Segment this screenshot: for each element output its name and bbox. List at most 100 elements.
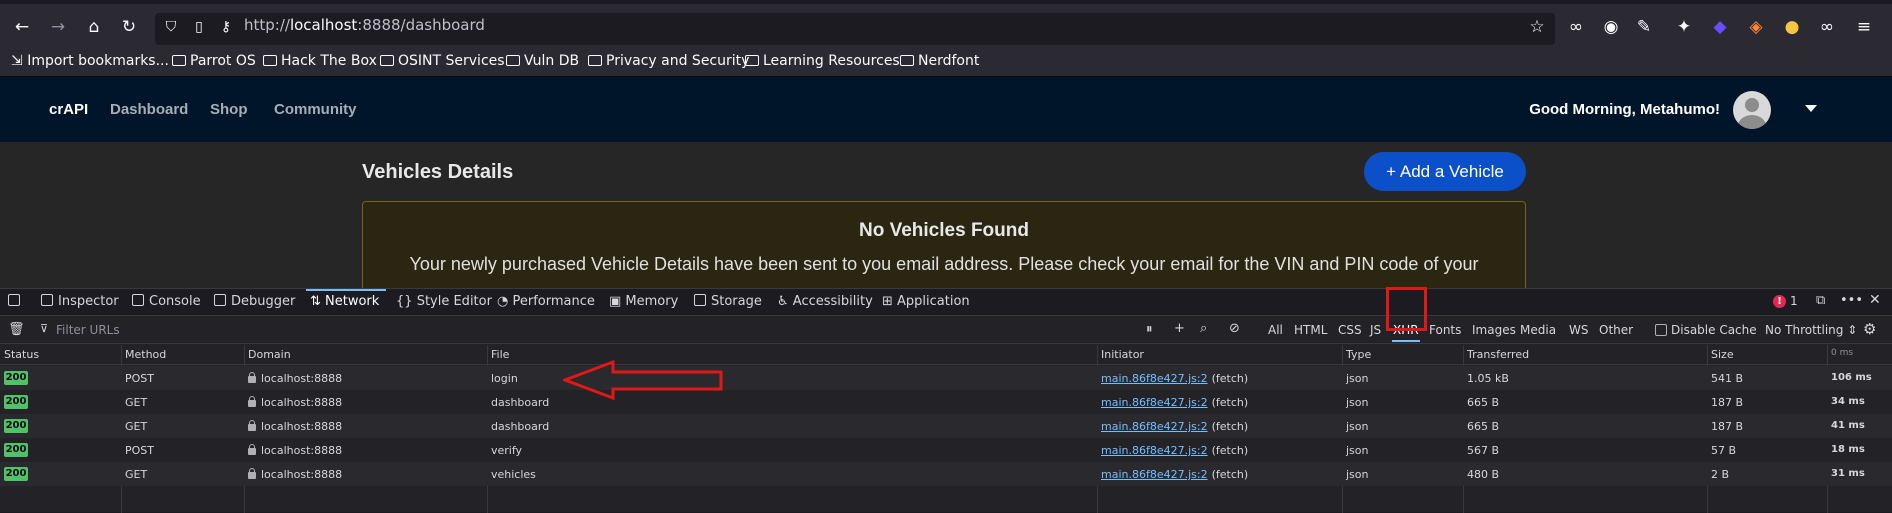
- menu-icon[interactable]: ≡: [1853, 16, 1875, 38]
- table-row[interactable]: 200 GET localhost:8888 dashboard main.86f8e4…: [0, 414, 1892, 438]
- web-page: crAPI Dashboard Shop Community Good Morn…: [0, 77, 1892, 288]
- nav-shop[interactable]: Shop: [210, 101, 248, 118]
- bookmark-hack-the-box[interactable]: Hack The Box: [263, 53, 377, 69]
- tab-memory[interactable]: ▣ Memory: [609, 294, 678, 309]
- wrench-icon[interactable]: ✎: [1633, 16, 1655, 38]
- bookmark-privacy-security[interactable]: Privacy and Security: [588, 53, 749, 69]
- star-icon[interactable]: ☆: [1526, 16, 1548, 38]
- method-cell: POST: [125, 372, 154, 385]
- search-icon[interactable]: ⌕: [1200, 321, 1207, 336]
- filter-fonts[interactable]: Fonts: [1429, 323, 1461, 337]
- extension-yellow-icon[interactable]: ●: [1781, 16, 1803, 38]
- pick-element-icon[interactable]: [8, 294, 25, 309]
- dock-icon[interactable]: ⧉: [1816, 293, 1825, 308]
- initiator-cell: main.86f8e427.js:2 (fetch): [1101, 396, 1248, 409]
- table-row[interactable]: 200 GET localhost:8888 dashboard main.86f8e4…: [0, 390, 1892, 414]
- tab-application[interactable]: ⊞ Application: [882, 294, 970, 309]
- size-cell: 57 B: [1711, 444, 1737, 457]
- trash-icon[interactable]: 🗑: [8, 322, 25, 337]
- extension-purple-icon[interactable]: ◆: [1709, 16, 1731, 38]
- app-navbar: crAPI Dashboard Shop Community Good Morn…: [0, 77, 1892, 142]
- transferred-cell: 567 B: [1467, 444, 1500, 457]
- extension-glasses-icon[interactable]: ∞: [1816, 16, 1838, 38]
- plus-icon[interactable]: +: [1174, 321, 1185, 336]
- bookmark-nerdfont[interactable]: Nerdfont: [900, 53, 979, 69]
- gear-icon[interactable]: ⚙: [1863, 320, 1876, 338]
- col-domain[interactable]: Domain: [248, 348, 291, 361]
- table-row[interactable]: 200 GET localhost:8888 vehicles main.86f8e42…: [0, 462, 1892, 486]
- reload-icon[interactable]: ↻: [118, 16, 140, 38]
- initiator-link[interactable]: main.86f8e427.js:2: [1101, 468, 1208, 481]
- col-type[interactable]: Type: [1346, 348, 1371, 361]
- throttling-select[interactable]: No Throttling ⇕: [1765, 323, 1857, 337]
- initiator-link[interactable]: main.86f8e427.js:2: [1101, 396, 1208, 409]
- plus-icon: +: [1386, 162, 1400, 181]
- back-icon[interactable]: ←: [11, 16, 33, 38]
- url-text[interactable]: http://localhost:8888/dashboard: [244, 16, 485, 34]
- table-row[interactable]: 200 POST localhost:8888 verify main.86f8e427…: [0, 438, 1892, 462]
- error-icon[interactable]: !: [1773, 295, 1786, 308]
- col-status[interactable]: Status: [4, 348, 39, 361]
- filter-media[interactable]: Media: [1520, 323, 1556, 337]
- tab-accessibility[interactable]: ♿ Accessibility: [777, 294, 873, 309]
- bookmark-learning-resources[interactable]: Learning Resources: [745, 53, 900, 69]
- tab-debugger[interactable]: Debugger: [214, 294, 295, 309]
- initiator-link[interactable]: main.86f8e427.js:2: [1101, 444, 1208, 457]
- more-icon[interactable]: •••: [1840, 293, 1863, 308]
- filter-html[interactable]: HTML: [1294, 323, 1327, 337]
- col-size[interactable]: Size: [1711, 348, 1734, 361]
- transferred-cell: 1.05 kB: [1467, 372, 1509, 385]
- transferred-cell: 665 B: [1467, 420, 1500, 433]
- filter-other[interactable]: Other: [1599, 323, 1633, 337]
- request-table-header: Status Method Domain File Initiator Type…: [0, 345, 1892, 365]
- close-icon[interactable]: ✕: [1869, 292, 1881, 308]
- mask-icon[interactable]: ∞: [1565, 16, 1587, 38]
- folder-icon: [172, 55, 186, 66]
- tab-style-editor[interactable]: {} Style Editor: [396, 294, 492, 309]
- initiator-cell: main.86f8e427.js:2 (fetch): [1101, 420, 1248, 433]
- col-waterfall[interactable]: 0 ms: [1831, 348, 1853, 358]
- filter-all[interactable]: All: [1268, 323, 1283, 337]
- nav-dashboard[interactable]: Dashboard: [110, 101, 188, 118]
- inspector-icon: [41, 294, 53, 306]
- filter-urls-input[interactable]: Filter URLs: [56, 323, 120, 337]
- key-icon[interactable]: ⚷: [215, 16, 237, 38]
- filter-ws[interactable]: WS: [1569, 323, 1588, 337]
- extensions-icon[interactable]: ✦: [1673, 16, 1695, 38]
- nav-community[interactable]: Community: [274, 101, 357, 118]
- bookmark-osint-services[interactable]: OSINT Services: [380, 53, 505, 69]
- forward-icon[interactable]: →: [47, 16, 69, 38]
- avatar[interactable]: [1733, 91, 1771, 129]
- col-initiator[interactable]: Initiator: [1101, 348, 1144, 361]
- account-icon[interactable]: ◉: [1600, 16, 1622, 38]
- shield-icon[interactable]: ⛉: [160, 16, 182, 38]
- bookmark-import[interactable]: ⇲ Import bookmarks...: [11, 53, 169, 69]
- filter-js[interactable]: JS: [1370, 323, 1381, 337]
- col-file[interactable]: File: [491, 348, 509, 361]
- bookmark-vuln-db[interactable]: Vuln DB: [506, 53, 579, 69]
- tab-console[interactable]: Console: [132, 294, 201, 309]
- col-method[interactable]: Method: [125, 348, 166, 361]
- filter-images[interactable]: Images: [1472, 323, 1516, 337]
- block-icon[interactable]: ⊘: [1229, 321, 1240, 336]
- table-row[interactable]: 200 POST localhost:8888 login main.86f8e427.…: [0, 366, 1892, 390]
- pause-icon[interactable]: ⏸: [1146, 322, 1153, 337]
- home-icon[interactable]: ⌂: [83, 16, 105, 38]
- extension-fox-icon[interactable]: ◈: [1745, 16, 1767, 38]
- initiator-link[interactable]: main.86f8e427.js:2: [1101, 420, 1208, 433]
- tab-network[interactable]: ⇅ Network: [310, 294, 379, 309]
- chevron-down-icon[interactable]: [1805, 105, 1817, 112]
- add-vehicle-button[interactable]: + Add a Vehicle: [1364, 152, 1526, 191]
- file-cell: vehicles: [491, 468, 536, 481]
- disable-cache-checkbox[interactable]: Disable Cache: [1655, 323, 1757, 337]
- initiator-link[interactable]: main.86f8e427.js:2: [1101, 372, 1208, 385]
- tab-performance[interactable]: ◔ Performance: [497, 294, 595, 309]
- filter-css[interactable]: CSS: [1338, 323, 1362, 337]
- bookmark-parrot-os[interactable]: Parrot OS: [172, 53, 256, 69]
- domain-text: localhost:8888: [261, 372, 343, 385]
- brand-logo[interactable]: crAPI: [49, 101, 88, 118]
- col-transferred[interactable]: Transferred: [1467, 348, 1529, 361]
- tab-storage[interactable]: Storage: [694, 294, 762, 309]
- domain-text: localhost:8888: [261, 420, 343, 433]
- tab-inspector[interactable]: Inspector: [41, 294, 119, 309]
